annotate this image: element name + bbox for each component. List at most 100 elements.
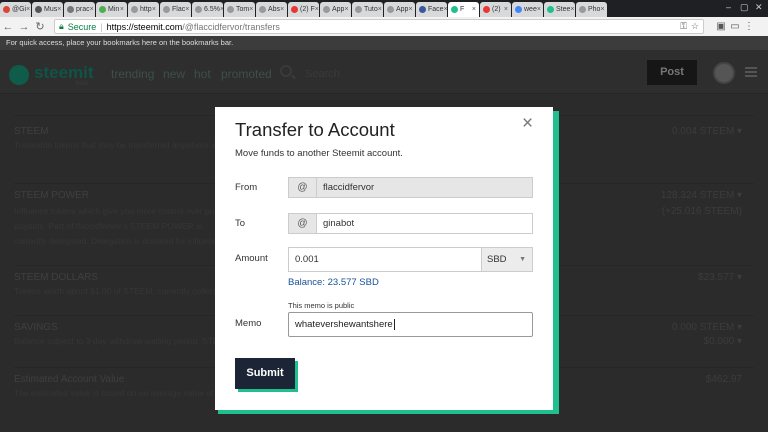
browser-tab[interactable]: prac × xyxy=(64,2,95,17)
browser-tab[interactable]: App × xyxy=(384,2,415,17)
tab-favicon-icon xyxy=(547,6,554,13)
tab-favicon-icon xyxy=(323,6,330,13)
tab-close-icon[interactable]: × xyxy=(249,6,253,13)
wallet-row-value: $462.97 xyxy=(705,374,742,385)
extension-icon[interactable]: ▣ xyxy=(714,21,728,32)
close-icon[interactable]: × xyxy=(522,114,533,133)
browser-toolbar: ← → ↻ 🔒︎ Secure | https://steemit.com /@… xyxy=(0,17,768,36)
currency-value: SBD xyxy=(487,254,507,265)
browser-tab[interactable]: Pho × xyxy=(576,2,607,17)
tab-close-icon[interactable]: × xyxy=(570,6,574,13)
memo-public-note: This memo is public xyxy=(288,301,355,310)
tab-close-icon[interactable]: × xyxy=(600,6,604,13)
maximize-icon[interactable]: ▢ xyxy=(740,2,749,13)
tab-label: Mus xyxy=(44,6,58,13)
browser-tab[interactable]: Flac × xyxy=(160,2,191,17)
tab-close-icon[interactable]: × xyxy=(504,6,508,13)
browser-tab[interactable]: Tom × xyxy=(224,2,255,17)
tab-close-icon[interactable]: × xyxy=(472,6,476,13)
memo-field[interactable]: whatevershewantshere xyxy=(288,312,533,337)
wallet-row-value[interactable]: 0.004 STEEM ▾ xyxy=(672,126,742,137)
address-bar[interactable]: 🔒︎ Secure | https://steemit.com /@flacci… xyxy=(54,19,704,34)
wallet-row-value[interactable]: 0.000 STEEM ▾ xyxy=(672,322,742,333)
post-button[interactable]: Post xyxy=(647,60,697,85)
tab-close-icon[interactable]: × xyxy=(280,6,284,13)
tab-close-icon[interactable]: × xyxy=(152,6,156,13)
browser-tab[interactable]: Min × xyxy=(96,2,127,17)
tab-close-icon[interactable]: × xyxy=(185,6,189,13)
amount-field[interactable]: 0.001 xyxy=(288,247,482,272)
star-icon[interactable]: ☆ xyxy=(691,21,699,32)
tab-favicon-icon xyxy=(227,6,234,13)
chevron-down-icon: ▼ xyxy=(519,256,526,263)
tab-close-icon[interactable]: × xyxy=(90,6,94,13)
wallet-row-title: STEEM xyxy=(14,126,49,137)
browser-tab[interactable]: Abs × xyxy=(256,2,287,17)
tab-close-icon[interactable]: × xyxy=(57,6,61,13)
browser-tab[interactable]: Tuto × xyxy=(352,2,383,17)
memo-value: whatevershewantshere xyxy=(295,319,393,330)
to-at-addon: @ xyxy=(288,213,316,234)
wallet-row-value-secondary[interactable]: $0.000 ▾ xyxy=(704,336,742,347)
tab-favicon-icon xyxy=(35,6,42,13)
browser-tab[interactable]: Mus × xyxy=(32,2,63,17)
tab-favicon-icon xyxy=(291,6,298,13)
tab-favicon-icon xyxy=(67,6,74,13)
browser-tab[interactable]: wee × xyxy=(512,2,543,17)
browser-tab[interactable]: (2) F × xyxy=(288,2,319,17)
forward-icon[interactable]: → xyxy=(16,21,32,33)
browser-tab[interactable]: F × xyxy=(448,2,479,17)
search-input[interactable]: Search xyxy=(305,68,340,80)
tab-close-icon[interactable]: × xyxy=(26,6,30,13)
hamburger-menu-icon[interactable] xyxy=(745,67,757,77)
tab-close-icon[interactable]: × xyxy=(315,6,319,13)
browser-tab[interactable]: Face × xyxy=(416,2,447,17)
steemit-logo-icon[interactable] xyxy=(9,65,29,85)
tab-close-icon[interactable]: × xyxy=(344,6,348,13)
tab-label: http xyxy=(140,6,152,13)
browser-tab[interactable]: (2) × xyxy=(480,2,511,17)
minimize-icon[interactable]: – xyxy=(726,2,731,12)
submit-button[interactable]: Submit xyxy=(235,358,295,389)
currency-select[interactable]: SBD ▼ xyxy=(481,247,533,272)
bookmarks-bar: For quick access, place your bookmarks h… xyxy=(0,36,768,50)
amount-label: Amount xyxy=(235,253,268,264)
cast-icon[interactable]: ▭ xyxy=(728,21,742,32)
tab-close-icon[interactable]: × xyxy=(444,6,447,13)
tab-label: wee xyxy=(524,6,537,13)
reload-icon[interactable]: ↻ xyxy=(32,20,48,33)
back-icon[interactable]: ← xyxy=(0,21,16,33)
wallet-row-value[interactable]: $23.577 ▾ xyxy=(698,272,742,283)
browser-tab[interactable]: http × xyxy=(128,2,159,17)
nav-hot[interactable]: hot xyxy=(194,67,211,81)
chrome-menu-icon[interactable]: ⋮ xyxy=(742,21,756,32)
browser-tab[interactable]: 6.5% × xyxy=(192,2,223,17)
memo-label: Memo xyxy=(235,318,262,329)
url-path: /@flaccidfervor/transfers xyxy=(182,21,280,32)
nav-trending[interactable]: trending xyxy=(111,67,154,81)
from-at-addon: @ xyxy=(288,177,316,198)
browser-tab[interactable]: @Gi × xyxy=(0,2,31,17)
tab-label: Flac xyxy=(172,6,186,13)
balance-link[interactable]: Balance: 23.577 SBD xyxy=(288,277,379,288)
tab-close-icon[interactable]: × xyxy=(220,6,223,13)
nav-promoted[interactable]: promoted xyxy=(221,67,272,81)
text-caret xyxy=(393,318,395,330)
browser-tab[interactable]: Stee × xyxy=(544,2,575,17)
steemit-logo-text[interactable]: steemit xyxy=(34,63,94,83)
to-label: To xyxy=(235,218,246,229)
search-icon[interactable] xyxy=(280,65,292,77)
tab-close-icon[interactable]: × xyxy=(120,6,124,13)
tab-close-icon[interactable]: × xyxy=(408,6,412,13)
nav-new[interactable]: new xyxy=(163,67,185,81)
tab-favicon-icon xyxy=(579,6,586,13)
tab-close-icon[interactable]: × xyxy=(378,6,382,13)
tab-close-icon[interactable]: × xyxy=(537,6,541,13)
key-icon[interactable]: ⚿ xyxy=(680,21,687,32)
browser-tab[interactable]: App × xyxy=(320,2,351,17)
to-field[interactable]: ginabot xyxy=(316,213,533,234)
avatar[interactable] xyxy=(713,62,735,84)
window-close-icon[interactable]: ✕ xyxy=(755,2,763,13)
wallet-row-value[interactable]: 128.324 STEEM ▾ xyxy=(661,190,742,201)
tab-favicon-icon xyxy=(195,6,202,13)
